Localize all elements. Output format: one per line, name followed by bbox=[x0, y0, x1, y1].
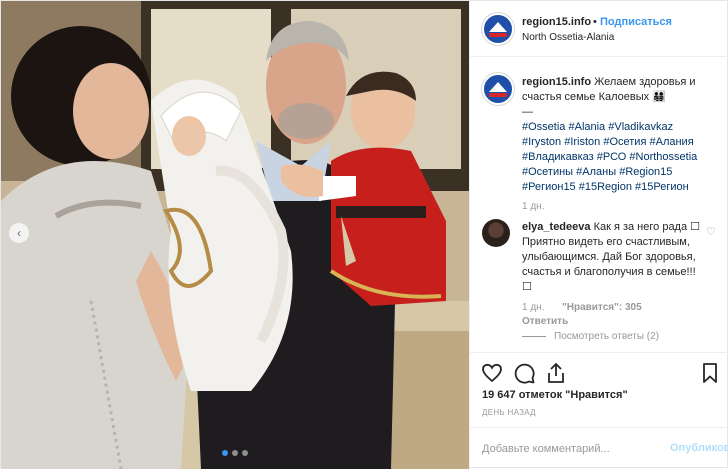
post-details-panel: region15.info • Подписаться North Osseti… bbox=[469, 1, 728, 469]
post-header: region15.info • Подписаться North Osseti… bbox=[470, 1, 728, 57]
bookmark-icon[interactable] bbox=[698, 361, 722, 385]
caption-author-avatar[interactable] bbox=[482, 73, 514, 105]
comment-like-icon[interactable]: ♡ bbox=[706, 225, 718, 238]
post-photo[interactable]: ‹ bbox=[1, 1, 469, 469]
caption-divider: — bbox=[522, 106, 533, 118]
caption-hashtags: #Ossetia #Alania #Vladikavkaz #Iryston #… bbox=[522, 121, 697, 193]
follow-button[interactable]: Подписаться bbox=[600, 16, 672, 28]
hashtag-link[interactable]: #Vladikavkaz bbox=[608, 121, 673, 133]
hashtag-link[interactable]: #Alania bbox=[568, 121, 605, 133]
likes-count[interactable]: 19 647 отметок "Нравится" bbox=[482, 389, 628, 401]
carousel-prev-button[interactable]: ‹ bbox=[9, 223, 29, 243]
hashtag-link[interactable]: #РСО bbox=[597, 151, 627, 163]
comment-author[interactable]: elya_tedeeva bbox=[522, 221, 591, 233]
mountain-logo-icon bbox=[489, 82, 507, 92]
hashtag-link[interactable]: #Northossetia bbox=[629, 151, 697, 163]
comment-text: elya_tedeeva Как я за него рада ☐ Приятн… bbox=[522, 220, 702, 295]
heart-icon[interactable] bbox=[480, 361, 504, 385]
carousel-dot bbox=[232, 450, 238, 456]
share-icon[interactable] bbox=[544, 361, 568, 385]
hashtag-link[interactable]: #Iriston bbox=[564, 136, 600, 148]
carousel-dot bbox=[242, 450, 248, 456]
commenter-avatar[interactable] bbox=[482, 219, 510, 247]
comment-age: 1 дн. bbox=[522, 302, 545, 313]
add-comment-bar: Опубликовать bbox=[470, 427, 728, 469]
publish-button[interactable]: Опубликовать bbox=[670, 442, 728, 454]
author-username[interactable]: region15.info bbox=[522, 16, 591, 28]
hashtag-link[interactable]: #15Регион bbox=[635, 181, 689, 193]
hashtag-link[interactable]: #Осетия bbox=[603, 136, 646, 148]
hashtag-link[interactable]: #Iryston bbox=[522, 136, 561, 148]
comment-reply-button[interactable]: Ответить bbox=[522, 316, 568, 327]
comment-icon[interactable] bbox=[512, 361, 536, 385]
hashtag-link[interactable]: #Владикавказ bbox=[522, 151, 594, 163]
post-location[interactable]: North Ossetia-Alania bbox=[522, 32, 614, 43]
mountain-logo-icon bbox=[489, 22, 507, 32]
add-comment-input[interactable] bbox=[482, 440, 652, 458]
post-actions: 19 647 отметок "Нравится" ДЕНЬ НАЗАД bbox=[470, 352, 728, 436]
carousel-dot-active bbox=[222, 450, 228, 456]
comment-likes-count[interactable]: "Нравится": 305 bbox=[562, 302, 642, 313]
hashtag-link[interactable]: #Осетины bbox=[522, 166, 573, 178]
view-replies-button[interactable]: Посмотреть ответы (2) bbox=[522, 331, 659, 342]
hashtag-link[interactable]: #15Region bbox=[579, 181, 632, 193]
instagram-post: ‹ region15.info • Подписаться North Osse… bbox=[0, 0, 728, 469]
hashtag-link[interactable]: #Регион15 bbox=[522, 181, 576, 193]
view-replies-label: Посмотреть ответы (2) bbox=[554, 331, 660, 342]
comments-list: region15.info Желаем здоровья и счастья … bbox=[470, 57, 728, 352]
hashtag-link[interactable]: #Ossetia bbox=[522, 121, 565, 133]
hashtag-link[interactable]: #Region15 bbox=[619, 166, 672, 178]
caption-age: 1 дн. bbox=[522, 201, 545, 212]
post-timestamp[interactable]: ДЕНЬ НАЗАД bbox=[482, 408, 536, 417]
header-separator: • bbox=[593, 16, 597, 28]
hashtag-link[interactable]: #Аланы bbox=[576, 166, 616, 178]
hashtag-link[interactable]: #Алания bbox=[649, 136, 693, 148]
author-avatar[interactable] bbox=[482, 13, 514, 45]
photo-illustration bbox=[1, 1, 469, 469]
caption-text: region15.info Желаем здоровья и счастья … bbox=[522, 75, 712, 195]
carousel-dots bbox=[1, 450, 469, 456]
caption-author[interactable]: region15.info bbox=[522, 76, 591, 88]
